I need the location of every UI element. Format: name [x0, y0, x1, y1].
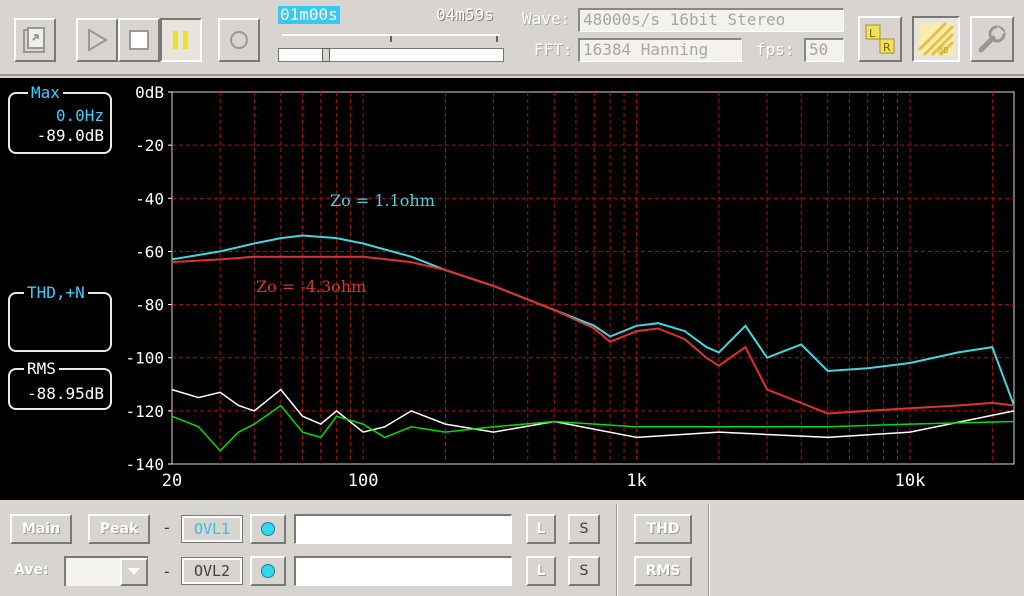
y-tick-label: -80 [135, 296, 164, 315]
chart-annotation: Zo = 1.1ohm [330, 191, 435, 210]
toolbar: 01m00s 04m59s Wave: 48000s/s 16bit Stere… [0, 0, 1024, 76]
pause-icon [173, 31, 188, 49]
wave-label: Wave: [522, 9, 571, 28]
average-select[interactable] [64, 556, 148, 586]
divider [616, 504, 618, 596]
separator-dash: - [162, 562, 172, 581]
fft-label: FFT: [534, 40, 573, 59]
fft-setting-field[interactable]: 16384 Hanning [578, 38, 742, 62]
current-time: 01m00s [278, 5, 340, 24]
color-dot-icon [261, 522, 275, 536]
x-tick-label: 10k [895, 471, 926, 491]
ovl1-button[interactable]: OVL1 [181, 515, 243, 543]
settings-button[interactable] [970, 16, 1014, 62]
open-file-button[interactable] [14, 18, 56, 62]
y-tick-label: 0dB [135, 83, 164, 102]
seek-thumb[interactable] [322, 48, 330, 62]
main-button[interactable]: Main [10, 514, 72, 544]
seek-tick [390, 36, 392, 42]
y-tick-label: -140 [125, 455, 164, 474]
spectrum-display-button[interactable]: dB [912, 16, 960, 62]
spectrum-chart: 0dB -20 -40 -60 -80 -100 -120 -14020 100 1k 10k Zo … [125, 83, 1015, 491]
peak-button[interactable]: Peak [88, 514, 150, 544]
y-tick-label: -40 [135, 189, 164, 208]
fps-field[interactable]: 50 [804, 38, 844, 62]
y-tick-label: -100 [125, 349, 164, 368]
ovl1-name-input[interactable] [294, 514, 512, 544]
y-tick-label: -60 [135, 242, 164, 261]
series-line-4 [171, 404, 1015, 452]
pause-button[interactable] [160, 18, 202, 62]
divider [708, 504, 710, 596]
open-file-icon [23, 27, 45, 53]
svg-text:L: L [869, 27, 876, 40]
rms-button[interactable]: RMS [634, 556, 692, 586]
wave-format-field: 48000s/s 16bit Stereo [578, 8, 844, 32]
stop-icon [129, 30, 149, 50]
record-button[interactable] [218, 18, 260, 62]
seek-tick [496, 36, 498, 42]
series-line-1 [171, 234, 1015, 406]
spectrum-display-icon: dB [918, 22, 954, 56]
x-tick-label: 1k [626, 471, 646, 491]
ovl1-color-button[interactable] [250, 514, 286, 544]
ovl2-button[interactable]: OVL2 [181, 557, 243, 585]
fps-label: fps: [756, 40, 795, 59]
svg-text:dB: dB [938, 46, 949, 55]
stop-button[interactable] [118, 18, 160, 62]
x-tick-label: 100 [348, 471, 379, 491]
record-icon [230, 31, 248, 49]
thd-button[interactable]: THD [634, 514, 692, 544]
y-tick-label: -120 [125, 402, 164, 421]
play-button[interactable] [76, 18, 118, 62]
lr-channel-icon: L R [865, 24, 895, 54]
average-label: Ave: [14, 562, 49, 578]
ovl2-name-input[interactable] [294, 556, 512, 586]
x-tick-label: 20 [162, 471, 182, 491]
y-tick-label: -20 [135, 136, 164, 155]
total-time: 04m59s [436, 5, 494, 24]
play-icon [88, 28, 108, 52]
chevron-down-icon[interactable] [120, 558, 148, 586]
channel-lr-button[interactable]: L R [858, 16, 902, 62]
analyzer-display: Max 0.0Hz -89.0dB THD,+N RMS -88.95dB 0d… [0, 78, 1024, 500]
ovl2-color-button[interactable] [250, 556, 286, 586]
seek-bar[interactable] [278, 48, 504, 62]
series-line-3 [171, 388, 1015, 439]
ovl2-save-button[interactable]: S [568, 556, 600, 586]
separator-dash: - [162, 518, 172, 537]
ovl1-save-button[interactable]: S [568, 514, 600, 544]
color-dot-icon [261, 564, 275, 578]
ovl1-load-button[interactable]: L [526, 514, 556, 544]
svg-text:R: R [883, 41, 891, 54]
chart-annotation: Zo = -4.3ohm [256, 277, 366, 296]
bottom-panel: Main Peak - OVL1 L S Ave: - OVL2 L S THD… [0, 500, 1024, 596]
wrench-icon [978, 25, 1006, 53]
ovl2-load-button[interactable]: L [526, 556, 556, 586]
